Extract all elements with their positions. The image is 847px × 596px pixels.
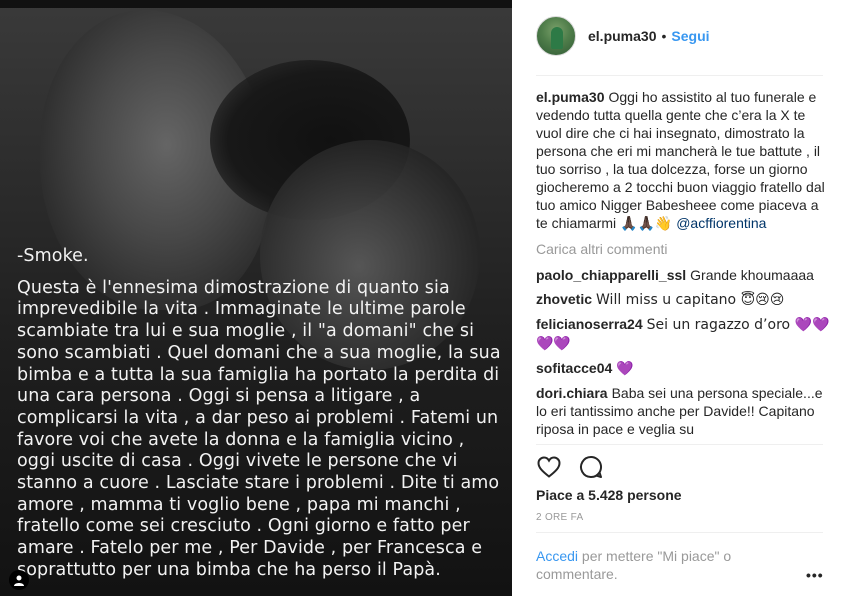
comment-username[interactable]: dori.chiara [536,385,608,401]
likes-count[interactable]: Piace a 5.428 persone [536,487,682,503]
avatar[interactable] [536,16,576,56]
post-timestamp: 2 ORE FA [536,512,584,523]
comment-username[interactable]: sofitacce04 [536,360,612,376]
heart-icon[interactable] [536,454,562,480]
load-more-comments-button[interactable]: Carica altri commenti [536,240,831,258]
list-item: dori.chiara Baba sei una persona speciale… [536,384,831,438]
post-header: el.puma30 • Segui [536,16,710,56]
header-divider [536,75,823,76]
follow-button[interactable]: Segui [671,28,709,44]
more-options-button[interactable]: ••• [806,567,824,583]
image-top-strip [0,0,512,8]
comments-list[interactable]: el.puma30 Oggi ho assistito al tuo funera… [536,88,831,443]
header-separator: • [661,28,667,44]
comment-text: 💜 [616,361,634,377]
post-side-panel: el.puma30 • Segui el.puma30 Oggi ho assis… [512,0,847,596]
list-item: zhovetic Will miss u capitano 😇😢😢 [536,290,831,309]
comment-text: Grande khoumaaaa [690,267,814,283]
comments-divider [536,444,823,445]
post-image[interactable]: -Smoke. Questa è l'ennesima dimostrazion… [0,0,512,596]
comment-username[interactable]: paolo_chiapparelli_ssl [536,267,686,283]
caption-mention-link[interactable]: @acffiorentina [676,215,766,231]
comment-username[interactable]: zhovetic [536,291,592,307]
post-actions [536,454,604,480]
caption-text: Oggi ho assistito al tuo funerale e vede… [536,89,825,231]
list-item: felicianoserra24 Sei un ragazzo d’oro 💜💜💜… [536,315,831,353]
user-tag-icon[interactable] [9,570,29,590]
comment-username[interactable]: felicianoserra24 [536,316,643,332]
list-item: sofitacce04 💜 [536,359,831,378]
add-comment-prompt: Accedi per mettere "Mi piace" o commenta… [536,547,766,583]
comment-icon[interactable] [578,454,604,480]
header-username[interactable]: el.puma30 [588,28,656,44]
list-item: paolo_chiapparelli_ssl Grande khoumaaaa [536,266,831,284]
image-overlay-text: -Smoke. Questa è l'ennesima dimostrazion… [17,246,505,582]
overlay-title: -Smoke. [17,246,89,266]
post-caption: el.puma30 Oggi ho assistito al tuo funera… [536,88,831,232]
login-link[interactable]: Accedi [536,548,578,564]
comment-text: Will miss u capitano 😇😢😢 [596,292,785,308]
overlay-body: Questa è l'ennesima dimostrazione di qua… [17,277,501,580]
caption-username[interactable]: el.puma30 [536,89,604,105]
footer-divider [536,532,823,533]
